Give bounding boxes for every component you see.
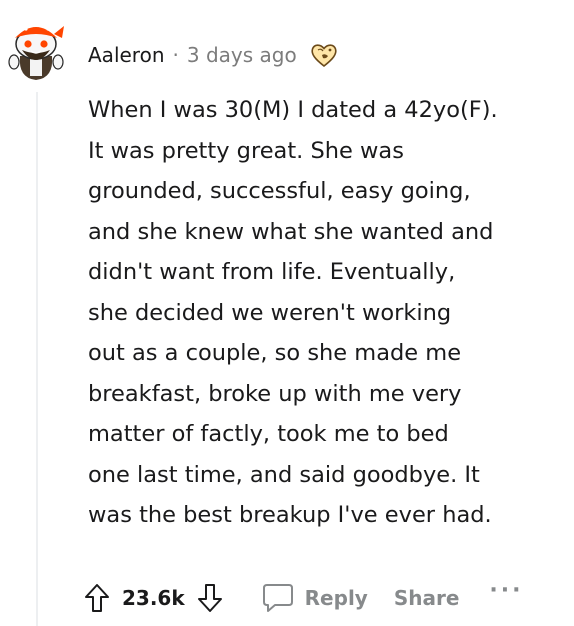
- share-button[interactable]: Share: [394, 586, 460, 610]
- reply-label: Reply: [304, 586, 368, 610]
- thread-line[interactable]: [36, 92, 38, 626]
- author-username[interactable]: Aaleron: [88, 43, 165, 67]
- speech-bubble-icon: [262, 584, 293, 612]
- meta-separator: ·: [172, 43, 179, 67]
- comment-text-line: and she knew what she wanted and: [88, 218, 494, 245]
- comment-actions: 23.6k Reply Share ···: [82, 576, 524, 620]
- comment-text-line: out as a couple, so she made me: [88, 340, 462, 366]
- downvote-button[interactable]: [195, 582, 225, 614]
- snoo-avatar-icon: [8, 23, 64, 80]
- comment-text-line: she decided we weren't working: [88, 299, 452, 326]
- comment-header: Aaleron · 3 days ago: [88, 38, 339, 72]
- comment-text-line: didn't want from life. Eventually,: [88, 259, 456, 285]
- heart-award-icon[interactable]: [309, 40, 339, 70]
- comment-text-line: was the best breakup I've ever had.: [88, 502, 492, 528]
- comment-text-line: grounded, successful, easy going,: [88, 178, 471, 204]
- comment-body: When I was 30(M) I dated a 42yo(F). It w…: [88, 90, 564, 536]
- comment-timestamp[interactable]: 3 days ago: [187, 43, 297, 67]
- upvote-arrow-icon: [85, 584, 109, 612]
- comment-text-line: matter of factly, took me to bed: [88, 421, 449, 447]
- comment-text-line: breakfast, broke up with me very: [88, 380, 462, 407]
- more-options-button[interactable]: ···: [489, 578, 523, 603]
- avatar[interactable]: [4, 10, 68, 82]
- vote-score: 23.6k: [122, 586, 185, 610]
- downvote-arrow-icon: [197, 584, 222, 612]
- upvote-button[interactable]: [82, 582, 112, 614]
- comment-text-line: It was pretty great. She was: [88, 137, 404, 164]
- comment-text-line: one last time, and said goodbye. It: [88, 461, 480, 488]
- reply-button[interactable]: Reply: [261, 582, 368, 614]
- comment-text-line: When I was 30(M) I dated a 42yo(F).: [88, 97, 498, 123]
